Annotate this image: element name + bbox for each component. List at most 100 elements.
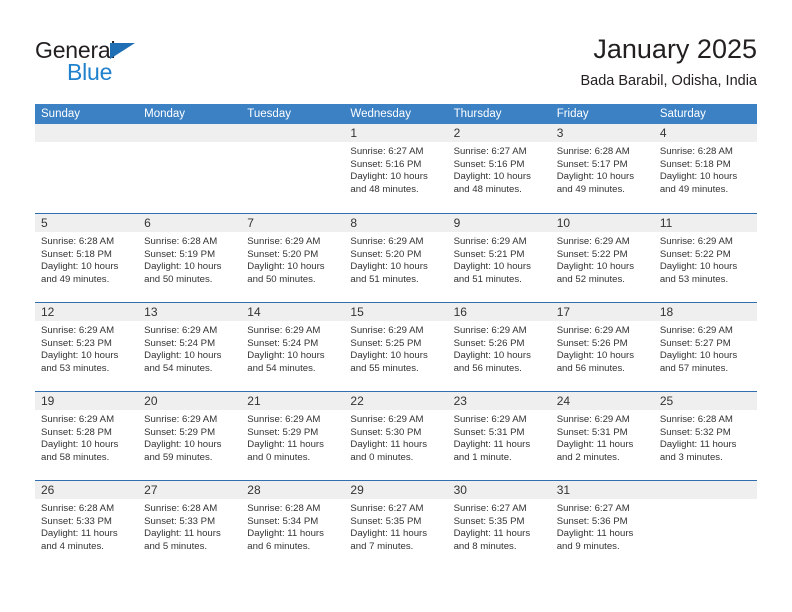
calendar-day-cell[interactable]: 15 Sunrise: 6:29 AM Sunset: 5:25 PM Dayligh…: [344, 303, 448, 391]
calendar-day-cell[interactable]: 3 Sunrise: 6:28 AM Sunset: 5:17 PM Daylight…: [550, 124, 654, 213]
daylight-text: Daylight: 11 hours and 7 minutes.: [350, 528, 428, 552]
calendar-day-cell[interactable]: 10 Sunrise: 6:29 AM Sunset: 5:22 PM Dayligh…: [550, 214, 654, 302]
day-number: 18: [659, 305, 674, 319]
sunset-text: Sunset: 5:24 PM: [144, 337, 216, 349]
day-details: Sunrise: 6:27 AM Sunset: 5:36 PM Daylight:…: [551, 499, 654, 553]
sunset-text: Sunset: 5:28 PM: [41, 426, 112, 438]
daylight-text: Daylight: 11 hours and 0 minutes.: [350, 439, 428, 463]
daylight-text: Daylight: 11 hours and 1 minute.: [453, 439, 531, 463]
calendar-day-cell[interactable]: 27 Sunrise: 6:28 AM Sunset: 5:33 PM Dayligh…: [138, 481, 242, 569]
calendar-day-cell[interactable]: 22 Sunrise: 6:29 AM Sunset: 5:30 PM Dayligh…: [344, 392, 448, 480]
calendar-day-cell[interactable]: 19 Sunrise: 6:29 AM Sunset: 5:28 PM Dayligh…: [35, 392, 139, 480]
calendar-day-cell[interactable]: 9 Sunrise: 6:29 AM Sunset: 5:21 PM Daylight…: [447, 214, 551, 302]
sunset-text: Sunset: 5:26 PM: [453, 337, 525, 349]
calendar-day-cell[interactable]: 29 Sunrise: 6:27 AM Sunset: 5:35 PM Dayligh…: [344, 481, 448, 569]
calendar-day-cell[interactable]: 30 Sunrise: 6:27 AM Sunset: 5:35 PM Dayligh…: [447, 481, 551, 569]
day-number-band: 24: [550, 392, 654, 410]
calendar-day-cell[interactable]: 31 Sunrise: 6:27 AM Sunset: 5:36 PM Dayligh…: [550, 481, 654, 569]
calendar-day-cell[interactable]: 2 Sunrise: 6:27 AM Sunset: 5:16 PM Daylight…: [447, 124, 551, 213]
daylight-text: Daylight: 11 hours and 0 minutes.: [247, 439, 324, 463]
calendar-day-cell[interactable]: 23 Sunrise: 6:29 AM Sunset: 5:31 PM Dayligh…: [447, 392, 551, 480]
sunrise-text: Sunrise: 6:29 AM: [350, 414, 424, 425]
sunrise-text: Sunrise: 6:28 AM: [659, 414, 733, 425]
day-details: Sunrise: 6:29 AM Sunset: 5:29 PM Daylight:…: [241, 410, 344, 464]
sunset-text: Sunset: 5:22 PM: [556, 248, 628, 260]
daylight-text: Daylight: 10 hours and 48 minutes.: [350, 171, 428, 195]
day-details: Sunrise: 6:28 AM Sunset: 5:18 PM Daylight:…: [654, 142, 757, 196]
sunset-text: Sunset: 5:36 PM: [556, 515, 628, 527]
daylight-text: Daylight: 10 hours and 50 minutes.: [247, 261, 325, 285]
day-number: 28: [247, 483, 261, 497]
day-details: Sunrise: 6:29 AM Sunset: 5:20 PM Daylight:…: [241, 232, 344, 286]
calendar-day-cell[interactable]: 13 Sunrise: 6:29 AM Sunset: 5:24 PM Dayligh…: [138, 303, 242, 391]
calendar-day-cell[interactable]: 14 Sunrise: 6:29 AM Sunset: 5:24 PM Dayligh…: [241, 303, 345, 391]
sunset-text: Sunset: 5:33 PM: [41, 515, 112, 527]
calendar-day-cell[interactable]: 17 Sunrise: 6:29 AM Sunset: 5:26 PM Dayligh…: [550, 303, 654, 391]
day-number-band: 29: [344, 481, 448, 499]
sunrise-text: Sunrise: 6:29 AM: [453, 414, 527, 425]
day-number: 25: [659, 394, 674, 408]
daylight-text: Daylight: 10 hours and 52 minutes.: [556, 261, 635, 285]
day-number: 8: [350, 216, 358, 230]
day-number: 1: [350, 126, 358, 140]
day-number-band: 11: [653, 214, 757, 232]
day-number-band: 13: [138, 303, 242, 321]
day-details: Sunrise: 6:28 AM Sunset: 5:18 PM Daylight:…: [35, 232, 138, 286]
calendar-week-row: 1 Sunrise: 6:27 AM Sunset: 5:16 PM Daylight…: [35, 124, 757, 213]
day-number-band: [241, 124, 345, 142]
calendar-day-cell-empty: [653, 481, 757, 569]
calendar-day-cell[interactable]: 7 Sunrise: 6:29 AM Sunset: 5:20 PM Daylight…: [241, 214, 345, 302]
day-number-band: 4: [653, 124, 757, 142]
sunrise-text: Sunrise: 6:29 AM: [556, 414, 630, 425]
day-number: 17: [556, 305, 571, 319]
sunset-text: Sunset: 5:18 PM: [41, 248, 112, 260]
calendar-day-cell[interactable]: 20 Sunrise: 6:29 AM Sunset: 5:29 PM Dayligh…: [138, 392, 242, 480]
sunset-text: Sunset: 5:33 PM: [144, 515, 216, 527]
day-details: Sunrise: 6:27 AM Sunset: 5:35 PM Daylight:…: [448, 499, 551, 553]
daylight-text: Daylight: 11 hours and 4 minutes.: [41, 528, 118, 552]
calendar-day-cell[interactable]: 5 Sunrise: 6:28 AM Sunset: 5:18 PM Daylight…: [35, 214, 139, 302]
day-number: 21: [247, 394, 261, 408]
day-number-band: 2: [447, 124, 551, 142]
day-number: 26: [41, 483, 55, 497]
daylight-text: Daylight: 11 hours and 2 minutes.: [556, 439, 634, 463]
calendar-day-cell[interactable]: 24 Sunrise: 6:29 AM Sunset: 5:31 PM Dayligh…: [550, 392, 654, 480]
calendar-day-cell[interactable]: 21 Sunrise: 6:29 AM Sunset: 5:29 PM Dayligh…: [241, 392, 345, 480]
calendar-day-cell[interactable]: 6 Sunrise: 6:28 AM Sunset: 5:19 PM Daylight…: [138, 214, 242, 302]
day-number-band: 1: [344, 124, 448, 142]
calendar-day-cell[interactable]: 11 Sunrise: 6:29 AM Sunset: 5:22 PM Dayligh…: [653, 214, 757, 302]
calendar-day-cell[interactable]: 26 Sunrise: 6:28 AM Sunset: 5:33 PM Dayligh…: [35, 481, 139, 569]
logo-triangle-icon: [110, 43, 135, 59]
day-details: Sunrise: 6:29 AM Sunset: 5:22 PM Daylight:…: [551, 232, 654, 286]
day-number: 7: [247, 216, 254, 230]
calendar-day-cell[interactable]: 12 Sunrise: 6:29 AM Sunset: 5:23 PM Dayligh…: [35, 303, 139, 391]
daylight-text: Daylight: 10 hours and 54 minutes.: [247, 350, 325, 374]
sunrise-text: Sunrise: 6:29 AM: [350, 325, 424, 336]
sunrise-text: Sunrise: 6:29 AM: [247, 325, 321, 336]
daylight-text: Daylight: 11 hours and 6 minutes.: [247, 528, 324, 552]
day-number-band: 3: [550, 124, 654, 142]
calendar-week-row: 19 Sunrise: 6:29 AM Sunset: 5:28 PM Dayligh…: [35, 391, 757, 480]
daylight-text: Daylight: 10 hours and 58 minutes.: [41, 439, 119, 463]
calendar-day-cell[interactable]: 1 Sunrise: 6:27 AM Sunset: 5:16 PM Daylight…: [344, 124, 448, 213]
calendar-day-cell[interactable]: 4 Sunrise: 6:28 AM Sunset: 5:18 PM Daylight…: [653, 124, 757, 213]
day-details: Sunrise: 6:27 AM Sunset: 5:16 PM Daylight:…: [448, 142, 551, 196]
calendar-day-cell[interactable]: 25 Sunrise: 6:28 AM Sunset: 5:32 PM Dayligh…: [653, 392, 757, 480]
day-number: 22: [350, 394, 364, 408]
sunrise-text: Sunrise: 6:29 AM: [247, 414, 321, 425]
day-details: Sunrise: 6:29 AM Sunset: 5:29 PM Daylight:…: [138, 410, 241, 464]
calendar-day-cell[interactable]: 18 Sunrise: 6:29 AM Sunset: 5:27 PM Dayligh…: [653, 303, 757, 391]
day-number: 30: [453, 483, 467, 497]
calendar-day-cell[interactable]: 28 Sunrise: 6:28 AM Sunset: 5:34 PM Dayligh…: [241, 481, 345, 569]
sunset-text: Sunset: 5:31 PM: [453, 426, 525, 438]
day-number-band: 12: [35, 303, 139, 321]
day-number-band: 14: [241, 303, 345, 321]
general-blue-logo[interactable]: General Blue: [35, 38, 150, 85]
weekday-header-tuesday: Tuesday: [247, 108, 291, 120]
sunset-text: Sunset: 5:35 PM: [350, 515, 422, 527]
calendar-page: General Blue January 2025 Bada Barabil, …: [0, 0, 792, 612]
calendar-day-cell[interactable]: 8 Sunrise: 6:29 AM Sunset: 5:20 PM Daylight…: [344, 214, 448, 302]
day-details: Sunrise: 6:29 AM Sunset: 5:26 PM Daylight:…: [448, 321, 551, 375]
calendar-day-cell[interactable]: 16 Sunrise: 6:29 AM Sunset: 5:26 PM Dayligh…: [447, 303, 551, 391]
calendar-grid: Sunday Monday Tuesday Wednesday Thursday…: [35, 104, 757, 569]
